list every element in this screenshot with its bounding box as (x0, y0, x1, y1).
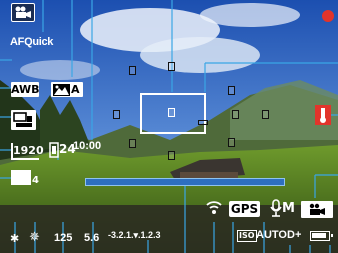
alo-level: 4 (32, 175, 39, 186)
camera-settings-icon (13, 112, 32, 127)
movie-size[interactable]: 1920 (11, 143, 44, 160)
auto-lighting-optimizer-icon (11, 170, 31, 185)
af-point (129, 139, 136, 148)
auto-lighting-optimizer[interactable]: 4 (11, 170, 41, 190)
white-balance[interactable]: AWB (11, 82, 40, 97)
shutter-speed[interactable]: 125 (54, 232, 72, 244)
shooting-mode-indicator (11, 3, 35, 22)
af-point (232, 110, 239, 119)
exposure-level-scale[interactable]: -3.2.1.▾.1.2.3 (108, 230, 161, 241)
picture-style-auto-icon (53, 84, 70, 96)
metering-mode[interactable] (11, 110, 36, 130)
wifi-icon (206, 199, 222, 215)
af-point (113, 110, 120, 119)
af-method[interactable]: AFQuick (10, 36, 53, 48)
aperture[interactable]: 5.6 (84, 232, 99, 244)
highlight-tone-priority: D+ (287, 229, 302, 241)
flash-status: ✵ (29, 230, 40, 245)
frame-rate-value: 24 (59, 142, 76, 156)
frame-rate-icon (49, 142, 59, 158)
movie-servo-af[interactable] (301, 201, 333, 218)
audio-recording[interactable]: M (270, 199, 300, 219)
temperature-warning-icon (320, 108, 326, 123)
af-point (168, 62, 175, 71)
microphone-icon (270, 199, 282, 217)
iso-value: AUTO (256, 229, 287, 241)
electronic-level (85, 178, 285, 186)
af-point (129, 66, 136, 75)
af-point (262, 110, 269, 119)
battery-icon (310, 231, 333, 241)
iso-speed[interactable]: ISO AUTO (237, 229, 289, 245)
ae-lock: ✱ (10, 232, 20, 245)
audio-mode: M (282, 201, 295, 216)
picture-style[interactable]: A (51, 82, 83, 97)
frame-rate[interactable]: 24 (49, 140, 77, 159)
af-point (228, 86, 235, 95)
af-point (198, 120, 208, 125)
record-dot-icon (322, 10, 334, 22)
af-point (228, 138, 235, 147)
movie-servo-af-icon (309, 203, 325, 215)
af-center-point (168, 108, 175, 117)
af-point (168, 151, 175, 160)
picture-style-value: A (71, 83, 80, 96)
iso-label: ISO (237, 230, 257, 242)
movie-camera-icon (15, 6, 31, 18)
gps-indicator[interactable]: GPS (229, 201, 260, 217)
recording-time: 10:00 (73, 140, 102, 152)
temperature-warning (315, 105, 331, 125)
